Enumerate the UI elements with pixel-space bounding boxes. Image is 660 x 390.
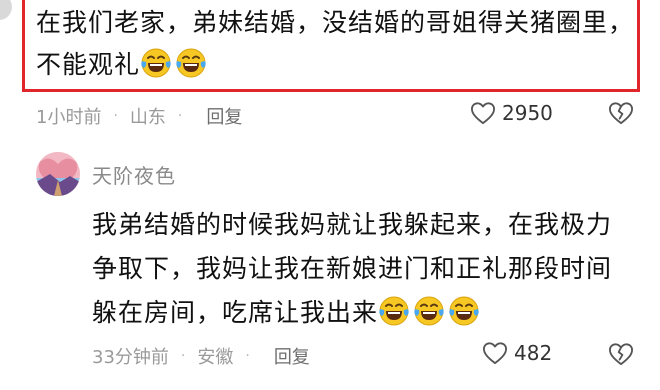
- like-button[interactable]: 482: [482, 341, 552, 365]
- laugh-cry-emoji: [140, 47, 172, 79]
- laugh-cry-emoji: [175, 47, 207, 79]
- comment-text: 在我们老家，弟妹结婚，没结婚的哥姐得关猪圈里，不能观礼: [36, 2, 636, 86]
- comment-body: 我弟结婚的时候我妈就让我躲起来，在我极力争取下，我妈让我在新娘进门和正礼那段时间…: [92, 210, 613, 327]
- comment-meta: 33分钟前 · 安徽 · 回复: [92, 343, 310, 369]
- comment-meta: 1小时前 · 山东 · 回复: [36, 103, 242, 129]
- laugh-cry-emoji: [448, 295, 480, 327]
- comment-time: 1小时前: [36, 107, 102, 128]
- broken-heart-icon[interactable]: [608, 101, 634, 125]
- reply-button[interactable]: 回复: [206, 103, 242, 129]
- comment-location: 安徽: [197, 347, 234, 368]
- separator: ·: [180, 348, 186, 364]
- comment-text: 我弟结婚的时候我妈就让我躲起来，在我极力争取下，我妈让我在新娘进门和正礼那段时间…: [92, 203, 612, 335]
- laugh-cry-emoji: [378, 295, 410, 327]
- like-button[interactable]: 2950: [470, 101, 553, 125]
- avatar[interactable]: [36, 152, 80, 196]
- broken-heart-icon[interactable]: [608, 342, 634, 366]
- like-count: 2950: [502, 101, 553, 125]
- avatar[interactable]: [0, 0, 12, 20]
- like-count: 482: [514, 341, 553, 365]
- comment-body: 在我们老家，弟妹结婚，没结婚的哥姐得关猪圈里，不能观礼: [36, 8, 635, 79]
- comment-list: 在我们老家，弟妹结婚，没结婚的哥姐得关猪圈里，不能观礼 1小时前 · 山东 · …: [0, 0, 660, 390]
- avatar-image: [36, 152, 80, 196]
- comment-location: 山东: [129, 107, 166, 128]
- heart-outline-icon: [470, 101, 496, 125]
- separator: ·: [113, 108, 118, 124]
- reply-button[interactable]: 回复: [274, 343, 310, 369]
- heart-outline-icon: [482, 341, 508, 365]
- separator: ·: [245, 348, 250, 364]
- separator: ·: [177, 108, 183, 124]
- username[interactable]: 天阶夜色: [92, 160, 176, 189]
- laugh-cry-emoji: [413, 295, 445, 327]
- comment-time: 33分钟前: [92, 347, 169, 368]
